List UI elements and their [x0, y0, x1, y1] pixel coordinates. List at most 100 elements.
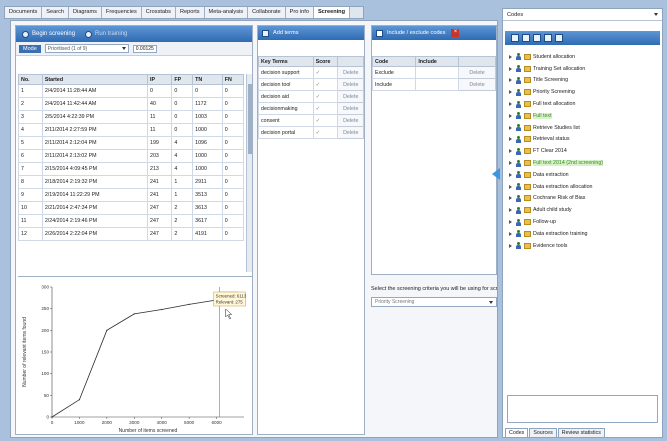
codes-dropdown[interactable]: Codes	[503, 9, 662, 21]
expand-arrow-icon[interactable]	[509, 161, 512, 166]
settings-icon[interactable]	[555, 34, 563, 42]
tab-pro-info[interactable]: Pro info	[285, 7, 314, 18]
checkbox-icon[interactable]	[376, 29, 383, 37]
add-terms-button[interactable]: Add terms	[273, 30, 299, 36]
table-row[interactable]: 6 2/11/2014 2:13:02 PM 203 4 1000 0	[18, 149, 245, 163]
col-header[interactable]: IP	[146, 74, 173, 85]
expand-arrow-icon[interactable]	[509, 125, 512, 130]
tree-node[interactable]: Data extraction	[509, 169, 659, 181]
table-row[interactable]: 11 2/24/2014 2:19:46 PM 247 2 3617 0	[18, 214, 245, 228]
expand-arrow-icon[interactable]	[509, 231, 512, 236]
score-cell[interactable]: ✓	[312, 102, 339, 115]
delete-button[interactable]: Delete	[458, 78, 496, 91]
tab-documents[interactable]: Documents	[5, 7, 43, 18]
tab-frequencies[interactable]: Frequencies	[101, 7, 142, 18]
tree-node[interactable]: Evidence tools	[509, 240, 659, 252]
tree-node[interactable]: Full text	[509, 110, 659, 122]
expand-arrow-icon[interactable]	[509, 54, 512, 59]
scrollbar-thumb[interactable]	[248, 84, 252, 154]
col-code[interactable]: Code	[371, 56, 417, 67]
score-cell[interactable]: ✓	[312, 90, 339, 103]
delete-button[interactable]: Delete	[458, 66, 496, 79]
key-term[interactable]: decision tool	[258, 78, 314, 91]
run-training-button[interactable]: Run training	[85, 30, 127, 38]
score-cell[interactable]: ✓	[312, 66, 339, 79]
expand-arrow-icon[interactable]	[509, 78, 512, 83]
delete-button[interactable]: Delete	[337, 90, 364, 103]
col-header[interactable]: No.	[18, 74, 43, 85]
folder-icon[interactable]	[544, 34, 552, 42]
delete-button[interactable]: Delete	[337, 126, 364, 139]
expand-arrow-icon[interactable]	[509, 149, 512, 154]
tree-node[interactable]: Follow-up	[509, 216, 659, 228]
table-row[interactable]: 4 2/11/2014 2:27:59 PM 11 0 1000 0	[18, 123, 245, 137]
key-term[interactable]: decisionmaking	[258, 102, 314, 115]
tree-node[interactable]: Priority Screening	[509, 86, 659, 98]
expand-arrow-icon[interactable]	[509, 196, 512, 201]
include-cell[interactable]	[415, 66, 460, 79]
tree-node[interactable]: Cochrane Risk of Bias	[509, 193, 659, 205]
mode-select[interactable]: Prioritised (1 of 9)	[44, 44, 129, 53]
score-cell[interactable]: ✓	[312, 78, 339, 91]
new-code-icon[interactable]	[511, 34, 519, 42]
arrow-left-icon[interactable]	[492, 168, 500, 180]
col-include[interactable]: Include	[415, 56, 460, 67]
table-row[interactable]: 8 2/18/2014 2:19:32 PM 241 1 2911 0	[18, 175, 245, 189]
code-description-textarea[interactable]	[507, 395, 658, 423]
include-cell[interactable]	[415, 78, 460, 91]
expand-arrow-icon[interactable]	[509, 113, 512, 118]
key-term[interactable]: decision support	[258, 66, 314, 79]
col-header[interactable]: FN	[221, 74, 245, 85]
table-row[interactable]: 10 2/21/2014 2:47:34 PM 247 2 3613 0	[18, 201, 245, 215]
tree-node[interactable]: Title Screening	[509, 75, 659, 87]
tree-node[interactable]: Full text allocation	[509, 98, 659, 110]
tab-diagrams[interactable]: Diagrams	[69, 7, 102, 18]
col-key-terms[interactable]: Key Terms	[258, 56, 314, 67]
delete-button[interactable]: Delete	[337, 102, 364, 115]
key-term[interactable]: decision aid	[258, 90, 314, 103]
table-row[interactable]: 3 2/5/2014 4:22:39 PM 11 0 1003 0	[18, 110, 245, 124]
expand-arrow-icon[interactable]	[509, 102, 512, 107]
tab-screening[interactable]: Screening	[313, 7, 350, 18]
tree-node[interactable]: FT Clear 2014	[509, 145, 659, 157]
expand-arrow-icon[interactable]	[509, 220, 512, 225]
edit-code-icon[interactable]	[522, 34, 530, 42]
begin-screening-button[interactable]: Begin screening	[22, 30, 75, 38]
table-row[interactable]: 2 2/4/2014 11:42:44 AM 40 0 1172 0	[18, 97, 245, 111]
col-header[interactable]: FP	[171, 74, 194, 85]
threshold-field[interactable]: 0.00125	[132, 44, 157, 53]
close-icon[interactable]: ×	[451, 29, 460, 37]
tree-node[interactable]: Retrieve Studies list	[509, 122, 659, 134]
add-icon[interactable]	[262, 29, 269, 37]
tree-node[interactable]: Full text 2014 (2nd screening)	[509, 157, 659, 169]
tab-reports[interactable]: Reports	[175, 7, 205, 18]
tab-collaborate[interactable]: Collaborate	[248, 7, 286, 18]
expand-arrow-icon[interactable]	[509, 208, 512, 213]
tree-node[interactable]: Data extraction allocation	[509, 181, 659, 193]
expand-arrow-icon[interactable]	[509, 172, 512, 177]
col-header[interactable]: Started	[41, 74, 149, 85]
expand-arrow-icon[interactable]	[509, 243, 512, 248]
tree-node[interactable]: Retrieval status	[509, 134, 659, 146]
table-row[interactable]: 12 2/26/2014 2:22:04 PM 247 2 4191 0	[18, 227, 245, 241]
score-cell[interactable]: ✓	[312, 126, 339, 139]
delete-button[interactable]: Delete	[337, 114, 364, 127]
tab-crosstabs[interactable]: Crosstabs	[141, 7, 176, 18]
expand-arrow-icon[interactable]	[509, 90, 512, 95]
score-cell[interactable]: ✓	[312, 114, 339, 127]
delete-button[interactable]: Delete	[337, 66, 364, 79]
sidebar-tab-sources[interactable]: Sources	[529, 428, 557, 438]
sidebar-tab-review-statistics[interactable]: Review statistics	[557, 428, 605, 438]
delete-code-icon[interactable]	[533, 34, 541, 42]
key-term[interactable]: consent	[258, 114, 314, 127]
key-term[interactable]: decision portal	[258, 126, 314, 139]
sidebar-tab-codes[interactable]: Codes	[505, 428, 529, 438]
expand-arrow-icon[interactable]	[509, 66, 512, 71]
table-row[interactable]: 7 2/15/2014 4:09:45 PM 213 4 1000 0	[18, 162, 245, 176]
table-row[interactable]: 9 2/19/2014 11:22:29 PM 241 1 3513 0	[18, 188, 245, 202]
tree-node[interactable]: Student allocation	[509, 51, 659, 63]
table-scrollbar[interactable]	[246, 74, 252, 272]
tree-node[interactable]: Training Set allocation	[509, 63, 659, 75]
expand-arrow-icon[interactable]	[509, 137, 512, 142]
expand-arrow-icon[interactable]	[509, 184, 512, 189]
